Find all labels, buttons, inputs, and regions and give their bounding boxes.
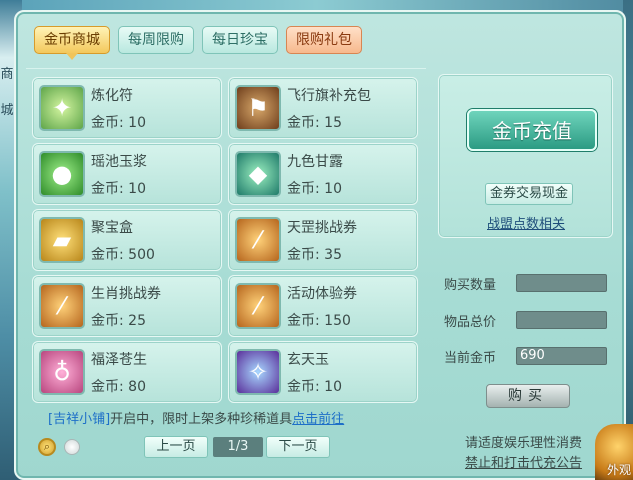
moderation-notice: 请适度娱乐理性消费 [465, 436, 583, 451]
notice-goto-link[interactable]: 点击前往 [292, 412, 344, 427]
notice-text: 开启中，限时上架多种珍稀道具 [110, 412, 293, 427]
qty-input[interactable] [516, 274, 607, 292]
gold-label: 当前金币 [444, 351, 497, 366]
item-card[interactable]: ⚑ 飞行旗补充包 金币: 15 [228, 77, 418, 139]
item-card[interactable]: ✧ 玄天玉 金币: 10 [228, 341, 418, 403]
item-name: 飞行旗补充包 [287, 88, 371, 104]
item-price: 金币: 10 [287, 379, 342, 395]
talisman-icon: ✦ [39, 85, 85, 131]
item-price: 金币: 150 [287, 313, 351, 329]
item-name: 生肖挑战券 [91, 286, 161, 302]
appearance-label: 外观 [606, 463, 631, 477]
qty-label: 购买数量 [444, 278, 497, 293]
jade-jar-icon: ● [39, 151, 85, 197]
purple-jade-icon: ✧ [235, 349, 281, 395]
prev-page-button[interactable]: 上一页 [144, 436, 208, 458]
anti-proxy-notice-link[interactable]: 禁止和打击代充公告 [465, 452, 582, 471]
item-card[interactable]: ♁ 福泽苍生 金币: 80 [32, 341, 222, 403]
scroll-icon: ⁄ [39, 283, 85, 329]
magnifier-icon[interactable]: ⌕ [38, 438, 56, 456]
item-name: 九色甘露 [287, 154, 343, 170]
total-label: 物品总价 [444, 315, 497, 330]
recharge-panel: 金币充值 金券交易现金 战盟点数相关 [438, 74, 613, 238]
item-card[interactable]: ● 瑶池玉浆 金币: 10 [32, 143, 222, 205]
treasure-box-icon: ▰ [39, 217, 85, 263]
item-price: 金币: 10 [91, 181, 146, 197]
scroll-icon: ⁄ [235, 217, 281, 263]
voucher-exchange-button[interactable]: 金券交易现金 [485, 183, 573, 205]
item-price: 金币: 35 [287, 247, 342, 263]
item-name: 活动体验券 [287, 286, 357, 302]
gold-recharge-button[interactable]: 金币充值 [467, 109, 597, 151]
item-card[interactable]: ◆ 九色甘露 金币: 10 [228, 143, 418, 205]
tab-limited-gift[interactable]: 限购礼包 [286, 26, 362, 54]
item-name: 瑶池玉浆 [91, 154, 147, 170]
tab-gold-shop[interactable]: 金币商城 [34, 26, 110, 60]
item-name: 天罡挑战券 [287, 220, 357, 236]
item-card[interactable]: ▰ 聚宝盒 金币: 500 [32, 209, 222, 271]
potion-bottle-icon: ♁ [39, 349, 85, 395]
item-card[interactable]: ⁄ 生肖挑战券 金币: 25 [32, 275, 222, 337]
item-card[interactable]: ⁄ 活动体验券 金币: 150 [228, 275, 418, 337]
side-label-1: 商 [0, 67, 14, 82]
item-price: 金币: 10 [287, 181, 342, 197]
gold-field: 690 [516, 347, 607, 365]
notice-shop-name[interactable]: [吉祥小铺] [48, 412, 110, 427]
total-field [516, 311, 607, 329]
page-indicator: 1/3 [213, 437, 263, 457]
side-label-2: 城 [0, 103, 14, 118]
item-price: 金币: 500 [91, 247, 155, 263]
item-price: 金币: 15 [287, 115, 342, 131]
tab-daily-treasure[interactable]: 每日珍宝 [202, 26, 278, 54]
item-price: 金币: 10 [91, 115, 146, 131]
shop-notice: [吉祥小铺]开启中，限时上架多种珍稀道具点击前往 [48, 408, 344, 427]
shop-panel: 金币商城 每周限购 每日珍宝 限购礼包 ✦ 炼化符 金币: 10 ⚑ 飞行旗补充… [14, 10, 626, 480]
pearl-icon[interactable] [64, 439, 80, 455]
item-name: 玄天玉 [287, 352, 329, 368]
shop-tabs: 金币商城 每周限购 每日珍宝 限购礼包 [34, 26, 362, 60]
tab-weekly-limit[interactable]: 每周限购 [118, 26, 194, 54]
dew-gem-icon: ◆ [235, 151, 281, 197]
item-name: 炼化符 [91, 88, 133, 104]
item-grid: ✦ 炼化符 金币: 10 ⚑ 飞行旗补充包 金币: 15 ● 瑶池玉浆 金币: … [26, 68, 426, 408]
item-name: 福泽苍生 [91, 352, 147, 368]
item-price: 金币: 80 [91, 379, 146, 395]
flag-pack-icon: ⚑ [235, 85, 281, 131]
item-card[interactable]: ✦ 炼化符 金币: 10 [32, 77, 222, 139]
alliance-points-link[interactable]: 战盟点数相关 [487, 213, 565, 232]
item-name: 聚宝盒 [91, 220, 133, 236]
item-card[interactable]: ⁄ 天罡挑战券 金币: 35 [228, 209, 418, 271]
next-page-button[interactable]: 下一页 [266, 436, 330, 458]
item-price: 金币: 25 [91, 313, 146, 329]
scroll-icon: ⁄ [235, 283, 281, 329]
buy-button[interactable]: 购买 [486, 384, 570, 408]
